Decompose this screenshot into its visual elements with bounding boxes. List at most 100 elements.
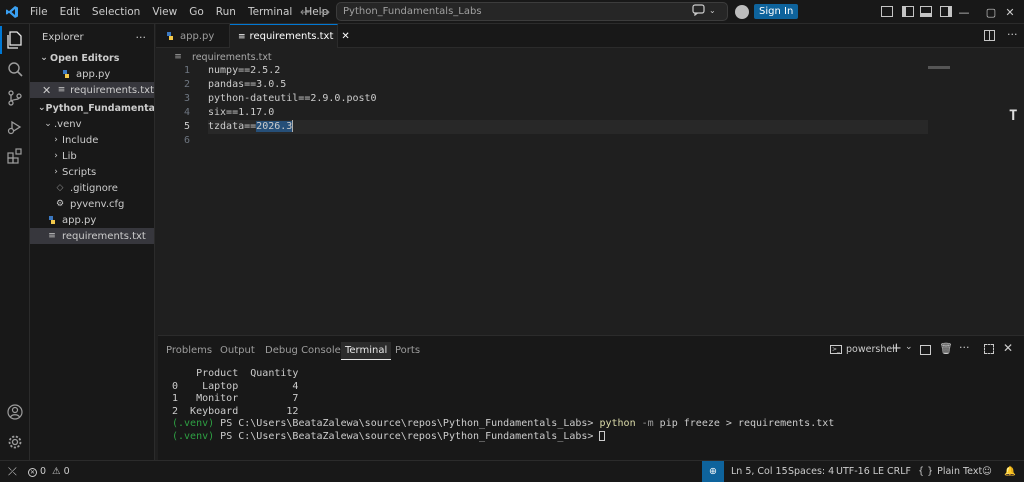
cmd-python: python: [599, 418, 636, 429]
line-text: numpy==2.5.2: [208, 65, 281, 76]
open-editors-section[interactable]: ⌄ Open Editors: [30, 50, 154, 66]
panel-tab-terminal[interactable]: Terminal: [341, 342, 392, 360]
minimize-icon[interactable]: —: [950, 0, 978, 24]
chevron-down-icon: ⌄: [709, 5, 716, 15]
close-window-icon[interactable]: ✕: [996, 0, 1024, 24]
open-editor-label: requirements.txt: [70, 84, 154, 96]
panel-tab-problems[interactable]: Problems: [166, 342, 212, 360]
file-icon: ◇: [56, 183, 64, 193]
search-icon[interactable]: [5, 59, 25, 79]
toggle-panel-icon[interactable]: [920, 6, 932, 17]
panel-tab-output[interactable]: Output: [220, 342, 255, 360]
open-editor-item[interactable]: app.py: [30, 66, 154, 82]
line-text: six==1.17.0: [208, 107, 275, 118]
more-actions-icon[interactable]: ···: [136, 31, 147, 44]
menu-file[interactable]: File: [24, 0, 54, 24]
code-line: 5 tzdata==2026.3: [156, 120, 1024, 134]
maximize-panel-icon[interactable]: [984, 344, 994, 354]
code-line: 1 numpy==2.5.2: [156, 64, 1024, 78]
tab-app-py[interactable]: app.py: [156, 24, 230, 48]
code-editor[interactable]: 1 numpy==2.5.2 2 pandas==3.0.5 3 python-dateu…: [156, 64, 1024, 332]
new-terminal-plus-icon[interactable]: +: [891, 341, 902, 356]
error-icon: ✕: [28, 467, 37, 477]
problems-status[interactable]: ✕ 0 ⚠ 0: [28, 461, 70, 482]
close-panel-icon[interactable]: ✕: [1003, 341, 1013, 355]
tree-item[interactable]: › Include: [30, 132, 154, 148]
menu-selection[interactable]: Selection: [86, 0, 146, 24]
split-terminal-icon[interactable]: [920, 345, 931, 355]
indentation-status[interactable]: Spaces: 4: [788, 461, 834, 482]
source-control-icon[interactable]: [5, 88, 25, 108]
tree-item[interactable]: app.py: [30, 212, 154, 228]
line-text: pandas==3.0.5: [208, 79, 287, 90]
cursor-position[interactable]: Ln 5, Col 15: [731, 461, 788, 482]
selected-text: 2026.3: [256, 121, 293, 132]
manage-gear-icon[interactable]: [5, 432, 25, 452]
language-mode[interactable]: { } Plain Text: [918, 461, 982, 482]
open-editor-item[interactable]: ✕ ≡ requirements.txt: [30, 82, 154, 98]
zoom-icon[interactable]: ⊕: [702, 461, 724, 482]
extensions-icon[interactable]: [5, 146, 25, 166]
accounts-icon[interactable]: [735, 5, 749, 19]
customize-layout-icon[interactable]: [881, 6, 893, 17]
tree-item[interactable]: › Scripts: [30, 164, 154, 180]
editor-tab-bar: app.py ≡ requirements.txt ✕ ···: [156, 24, 1024, 48]
terminal-shell-selector[interactable]: >_ powershell: [830, 344, 898, 355]
explorer-icon[interactable]: [0, 26, 25, 54]
copilot-status-icon[interactable]: ☺: [982, 461, 992, 482]
tree-item-label: Scripts: [62, 166, 97, 178]
chevron-right-icon: ›: [54, 167, 58, 177]
text-file-icon: ≡: [57, 85, 66, 95]
close-icon[interactable]: ✕: [42, 84, 53, 97]
code-line: 2 pandas==3.0.5: [156, 78, 1024, 92]
line-number: 2: [183, 79, 190, 90]
panel-tab-ports[interactable]: Ports: [395, 342, 420, 360]
forward-arrow-icon[interactable]: →: [316, 5, 334, 19]
encoding-status[interactable]: UTF-16 LE: [836, 461, 884, 482]
activity-bar: [0, 24, 30, 460]
back-arrow-icon[interactable]: ←: [296, 5, 314, 19]
menu-view[interactable]: View: [146, 0, 183, 24]
command-center-search[interactable]: Python_Fundamentals_Labs: [336, 2, 728, 21]
menu-run[interactable]: Run: [210, 0, 242, 24]
language-label: Plain Text: [937, 466, 983, 477]
tree-item[interactable]: ⌄ .venv: [30, 116, 154, 132]
project-folder-section[interactable]: ⌄ Python_Fundamentals...: [30, 100, 154, 116]
more-actions-icon[interactable]: ···: [959, 341, 970, 354]
command-center-label: Python_Fundamentals_Labs: [343, 6, 482, 17]
account-icon[interactable]: [5, 402, 25, 422]
menu-edit[interactable]: Edit: [54, 0, 86, 24]
line-number: 4: [183, 107, 190, 118]
panel-tab-debug-console[interactable]: Debug Console: [265, 342, 341, 360]
eol-status[interactable]: CRLF: [887, 461, 911, 482]
tree-item-label: .venv: [54, 118, 82, 130]
cmd-rest: pip freeze > requirements.txt: [653, 418, 835, 429]
run-debug-icon[interactable]: [5, 117, 25, 137]
toggle-primary-sidebar-icon[interactable]: [902, 6, 914, 17]
minimap[interactable]: [928, 66, 950, 69]
tree-item[interactable]: ⚙ pyvenv.cfg: [30, 196, 154, 212]
menu-go[interactable]: Go: [183, 0, 210, 24]
split-editor-icon[interactable]: [984, 30, 995, 41]
tree-item-label: app.py: [62, 214, 97, 226]
remote-icon[interactable]: ⤫: [8, 461, 17, 482]
tree-item[interactable]: › Lib: [30, 148, 154, 164]
copilot-button[interactable]: ⌄: [692, 4, 716, 16]
terminal-table-row: 1 Monitor 7: [172, 393, 299, 404]
menu-terminal[interactable]: Terminal: [242, 0, 298, 24]
tree-item[interactable]: ◇ .gitignore: [30, 180, 154, 196]
line-number: 6: [183, 135, 190, 146]
notifications-bell-icon[interactable]: 🔔: [1004, 461, 1016, 482]
chevron-down-icon[interactable]: ⌄: [905, 342, 913, 352]
tab-requirements-txt[interactable]: ≡ requirements.txt ✕: [230, 24, 350, 48]
line-text: python-dateutil==2.9.0.post0: [208, 93, 377, 104]
title-bar: File Edit Selection View Go Run Terminal Help ←…: [0, 0, 1024, 24]
tree-item[interactable]: ≡ requirements.txt: [30, 228, 154, 244]
more-actions-icon[interactable]: ···: [1007, 28, 1018, 41]
code-line: 6: [156, 134, 1024, 148]
trash-icon[interactable]: 🗑: [939, 342, 953, 355]
sign-in-button[interactable]: Sign In: [754, 4, 799, 19]
breadcrumb[interactable]: ≡ requirements.txt: [172, 50, 271, 64]
prompt-path: PS C:\Users\BeataZalewa\source\repos\Pyt…: [214, 418, 600, 429]
close-tab-icon[interactable]: ✕: [341, 31, 349, 42]
